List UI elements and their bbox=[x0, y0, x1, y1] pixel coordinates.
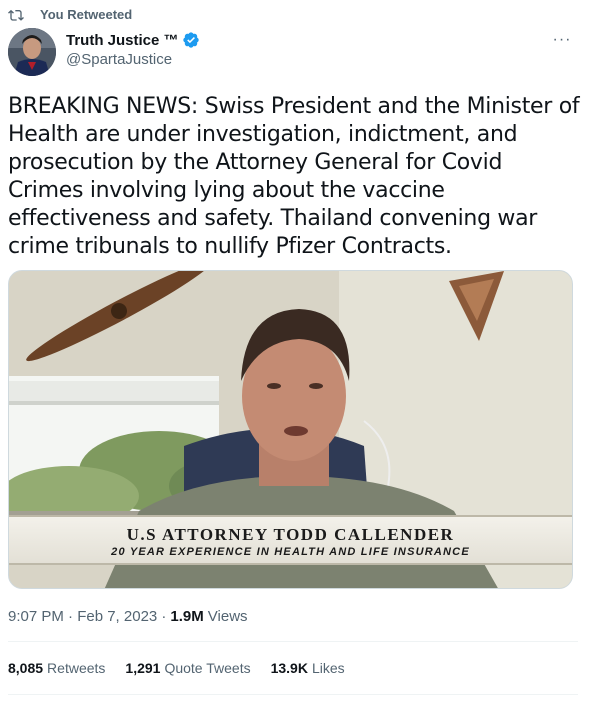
likes-stat[interactable]: 13.9K Likes bbox=[271, 660, 345, 676]
divider bbox=[8, 641, 578, 642]
tweet-stats: 8,085 Retweets 1,291 Quote Tweets 13.9K … bbox=[8, 658, 365, 678]
author-block[interactable]: Truth Justice ™ @SpartaJustice bbox=[66, 30, 200, 71]
retweets-count: 8,085 bbox=[8, 660, 44, 676]
retweets-label: Retweets bbox=[47, 660, 106, 676]
retweets-stat[interactable]: 8,085 Retweets bbox=[8, 660, 105, 676]
avatar[interactable] bbox=[8, 28, 56, 76]
video-lower-third: U.S ATTORNEY TODD CALLENDER 20 YEAR EXPE… bbox=[9, 515, 572, 565]
author-name[interactable]: Truth Justice ™ bbox=[66, 32, 179, 49]
more-options-icon[interactable]: ··· bbox=[552, 30, 572, 50]
verified-badge-icon bbox=[182, 31, 200, 49]
views-label: Views bbox=[207, 607, 248, 625]
divider bbox=[8, 694, 578, 695]
retweet-header: You Retweeted bbox=[8, 6, 132, 22]
retweet-icon bbox=[8, 6, 28, 22]
likes-count: 13.9K bbox=[270, 660, 308, 676]
tweet-meta: 9:07 PM · Feb 7, 2023 · 1.9M Views bbox=[8, 606, 248, 626]
quote-tweets-count: 1,291 bbox=[125, 660, 161, 676]
likes-label: Likes bbox=[311, 660, 345, 676]
tweet-media-video[interactable]: U.S ATTORNEY TODD CALLENDER 20 YEAR EXPE… bbox=[8, 270, 573, 589]
tweet-timestamp[interactable]: 9:07 PM · Feb 7, 2023 · bbox=[8, 608, 166, 625]
views-count: 1.9M bbox=[170, 607, 204, 625]
quote-tweets-label: Quote Tweets bbox=[164, 660, 251, 676]
lower-third-name: U.S ATTORNEY TODD CALLENDER bbox=[126, 525, 455, 544]
tweet-text: BREAKING NEWS: Swiss President and the M… bbox=[8, 94, 580, 259]
retweet-label: You Retweeted bbox=[40, 6, 133, 22]
lower-third-subtitle: 20 YEAR EXPERIENCE IN HEALTH AND LIFE IN… bbox=[111, 546, 470, 558]
quote-tweets-stat[interactable]: 1,291 Quote Tweets bbox=[125, 660, 250, 676]
author-handle[interactable]: @SpartaJustice bbox=[66, 51, 200, 71]
